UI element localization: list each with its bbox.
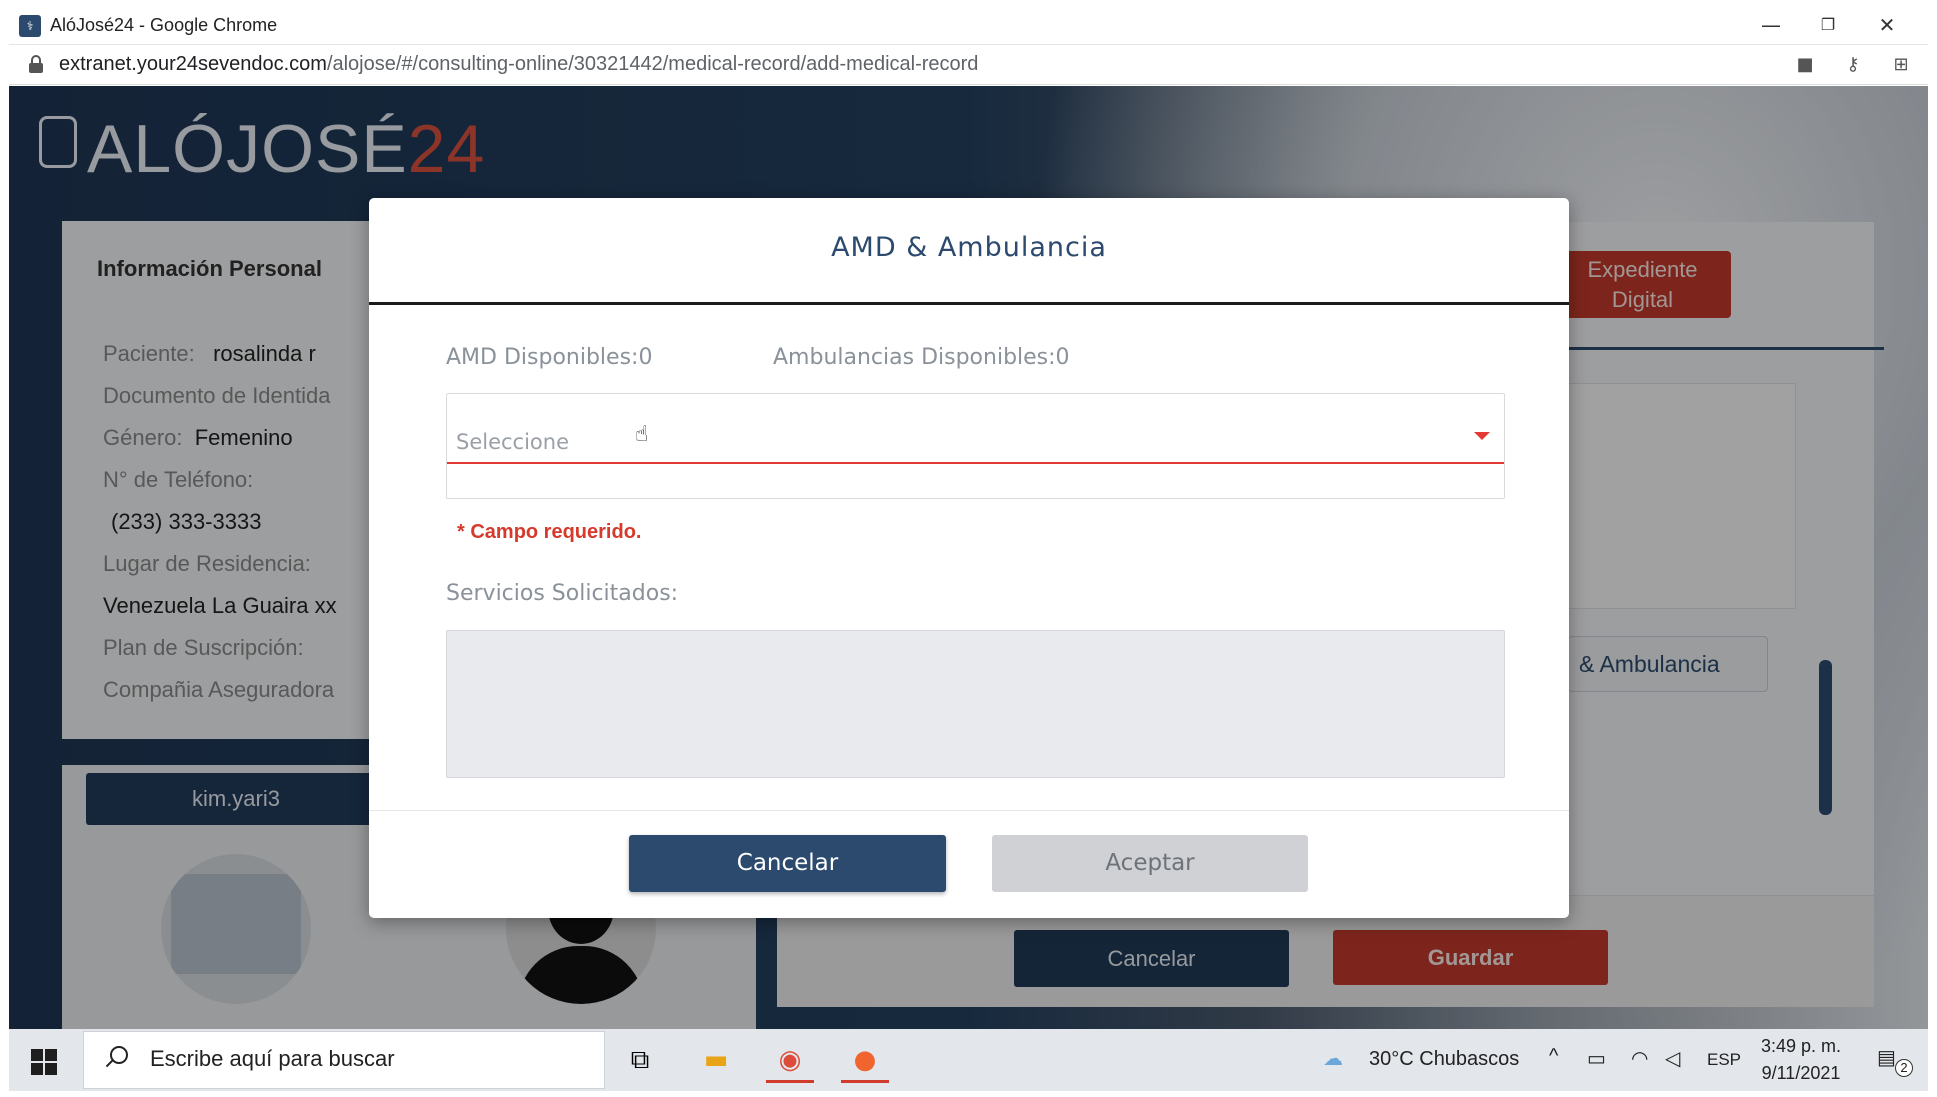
required-error: * Campo requerido.: [457, 521, 642, 543]
restore-icon[interactable]: ❐: [1804, 8, 1852, 42]
windows-taskbar: Escribe aquí para buscar ⧉ ▬ ◉ ● ☁ 30°C …: [9, 1029, 1928, 1091]
app-favicon-icon: ⚕: [19, 15, 41, 37]
language-indicator[interactable]: ESP: [1707, 1050, 1741, 1070]
footer-divider: [369, 810, 1569, 811]
taskbar-search-input[interactable]: Escribe aquí para buscar: [83, 1031, 605, 1089]
services-label: Servicios Solicitados:: [446, 581, 679, 606]
key-icon[interactable]: ⚷: [1841, 53, 1865, 77]
address-bar[interactable]: extranet.your24sevendoc.com/alojose/#/co…: [9, 45, 1928, 85]
url-text[interactable]: extranet.your24sevendoc.com/alojose/#/co…: [59, 53, 978, 76]
chrome-icon[interactable]: ◉: [766, 1037, 814, 1083]
clock[interactable]: 3:49 p. m. 9/11/2021: [1751, 1033, 1851, 1087]
minimize-icon[interactable]: —: [1747, 8, 1795, 42]
select-placeholder: Seleccione: [456, 430, 570, 454]
hand-cursor-icon: ☝: [635, 422, 649, 447]
search-icon: [104, 1046, 130, 1072]
close-icon[interactable]: ✕: [1863, 8, 1911, 42]
ambulance-available-label: Ambulancias Disponibles:0: [773, 345, 1070, 370]
title-divider: [369, 302, 1569, 305]
amd-available-label: AMD Disponibles:0: [446, 345, 653, 370]
services-textarea[interactable]: [446, 630, 1505, 778]
search-placeholder: Escribe aquí para buscar: [150, 1046, 395, 1071]
window-title: AlóJosé24 - Google Chrome: [50, 15, 278, 35]
task-view-icon[interactable]: ⧉: [616, 1037, 664, 1083]
app-icon[interactable]: ●: [841, 1037, 889, 1083]
windows-start-icon[interactable]: [31, 1049, 57, 1075]
weather-icon[interactable]: ☁: [1323, 1046, 1343, 1071]
weather-text[interactable]: 30°C Chubascos: [1369, 1048, 1519, 1071]
lock-icon[interactable]: [29, 55, 43, 73]
chevron-down-icon[interactable]: [1474, 432, 1490, 440]
modal-title: AMD & Ambulancia: [831, 232, 1107, 263]
notification-count: 2: [1895, 1059, 1913, 1077]
cancel-button[interactable]: Cancelar: [629, 835, 946, 892]
volume-icon[interactable]: ◁: [1665, 1046, 1680, 1071]
chevron-up-icon[interactable]: ^: [1549, 1045, 1558, 1068]
notifications-icon[interactable]: ▤: [1877, 1045, 1896, 1070]
accept-button[interactable]: Aceptar: [992, 835, 1308, 892]
browser-titlebar: ⚕ AlóJosé24 - Google Chrome — ❐ ✕: [9, 6, 1928, 45]
amd-ambulancia-modal: AMD & Ambulancia AMD Disponibles:0 Ambul…: [369, 198, 1569, 918]
clock-time: 3:49 p. m.: [1760, 1036, 1842, 1056]
select-field[interactable]: Seleccione ☝: [447, 394, 1504, 464]
file-explorer-icon[interactable]: ▬: [692, 1037, 740, 1083]
battery-icon[interactable]: ▭: [1587, 1046, 1606, 1071]
wifi-icon[interactable]: ◠: [1631, 1046, 1648, 1071]
unit-select[interactable]: Seleccione ☝: [446, 393, 1505, 499]
clock-date: 9/11/2021: [1761, 1063, 1841, 1083]
camera-icon[interactable]: ■: [1793, 53, 1817, 77]
translate-icon[interactable]: ⊞: [1889, 53, 1913, 77]
